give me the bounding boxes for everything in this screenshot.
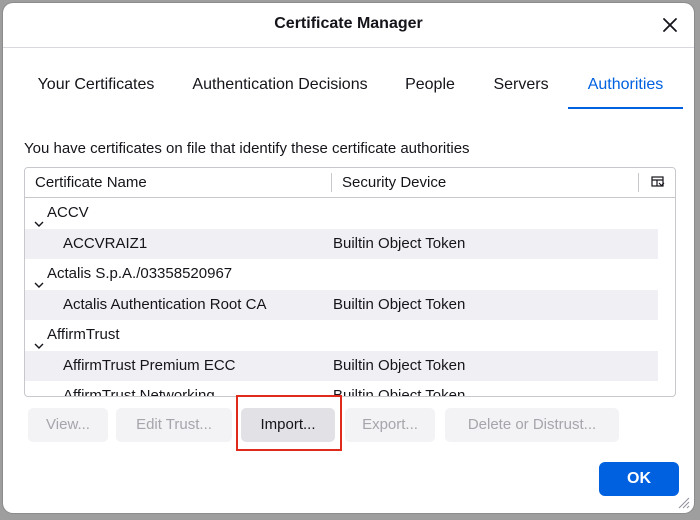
chevron-down-icon[interactable] (34, 209, 44, 227)
tree-header: Certificate Name Security Device (25, 168, 675, 198)
cert-device: Builtin Object Token (333, 356, 466, 374)
import-highlight-box (236, 395, 342, 451)
view-button[interactable]: View... (28, 408, 108, 442)
tree-row-cert[interactable]: Actalis Authentication Root CA Builtin O… (25, 289, 658, 320)
export-button[interactable]: Export... (345, 408, 435, 442)
tree-row-group[interactable]: AffirmTrust (25, 320, 675, 351)
cert-name: ACCVRAIZ1 (63, 234, 148, 252)
group-name: ACCV (47, 204, 89, 221)
cert-device: Builtin Object Token (333, 295, 466, 313)
delete-or-distrust-button[interactable]: Delete or Distrust... (445, 408, 619, 442)
tab-bar: Your Certificates Authentication Decisio… (3, 63, 694, 109)
column-header-security-device[interactable]: Security Device (342, 168, 632, 197)
cert-name: Actalis Authentication Root CA (63, 295, 267, 313)
tree-row-cert[interactable]: AffirmTrust Networking Builtin Object To… (25, 381, 675, 397)
close-icon[interactable] (658, 13, 682, 37)
tab-people[interactable]: People (395, 63, 465, 107)
tab-servers[interactable]: Servers (483, 63, 559, 107)
tab-your-certificates[interactable]: Your Certificates (23, 63, 169, 107)
column-picker-icon[interactable] (651, 175, 665, 189)
cert-device: Builtin Object Token (333, 387, 466, 397)
group-name: Actalis S.p.A./03358520967 (47, 265, 233, 282)
column-separator[interactable] (331, 173, 332, 192)
tab-authentication-decisions[interactable]: Authentication Decisions (183, 63, 377, 107)
chevron-down-icon[interactable] (34, 270, 44, 288)
cert-name: AffirmTrust Premium ECC (63, 356, 236, 374)
certificate-tree[interactable]: Certificate Name Security Device ACCV AC… (24, 167, 676, 397)
title-bar: Certificate Manager (3, 3, 694, 48)
tree-row-cert[interactable]: AffirmTrust Premium ECC Builtin Object T… (25, 350, 658, 381)
ok-button[interactable]: OK (599, 462, 679, 496)
edit-trust-button[interactable]: Edit Trust... (116, 408, 232, 442)
tree-row-cert[interactable]: ACCVRAIZ1 Builtin Object Token (25, 228, 658, 259)
tree-row-group[interactable]: ACCV (25, 198, 675, 229)
dialog-title: Certificate Manager (274, 15, 423, 32)
group-name: AffirmTrust (47, 326, 120, 343)
tree-rows: ACCV ACCVRAIZ1 Builtin Object Token Acta… (25, 198, 675, 397)
column-header-certificate-name[interactable]: Certificate Name (35, 168, 325, 197)
description-text: You have certificates on file that ident… (24, 140, 470, 157)
tree-row-group[interactable]: Actalis S.p.A./03358520967 (25, 259, 675, 290)
tab-authorities[interactable]: Authorities (568, 63, 683, 109)
cert-device: Builtin Object Token (333, 234, 466, 252)
chevron-down-icon[interactable] (34, 331, 44, 349)
column-separator[interactable] (638, 173, 639, 192)
resize-grip-icon[interactable] (676, 495, 690, 509)
cert-name: AffirmTrust Networking (63, 387, 215, 397)
certificate-manager-dialog: Certificate Manager Your Certificates Au… (3, 3, 694, 513)
